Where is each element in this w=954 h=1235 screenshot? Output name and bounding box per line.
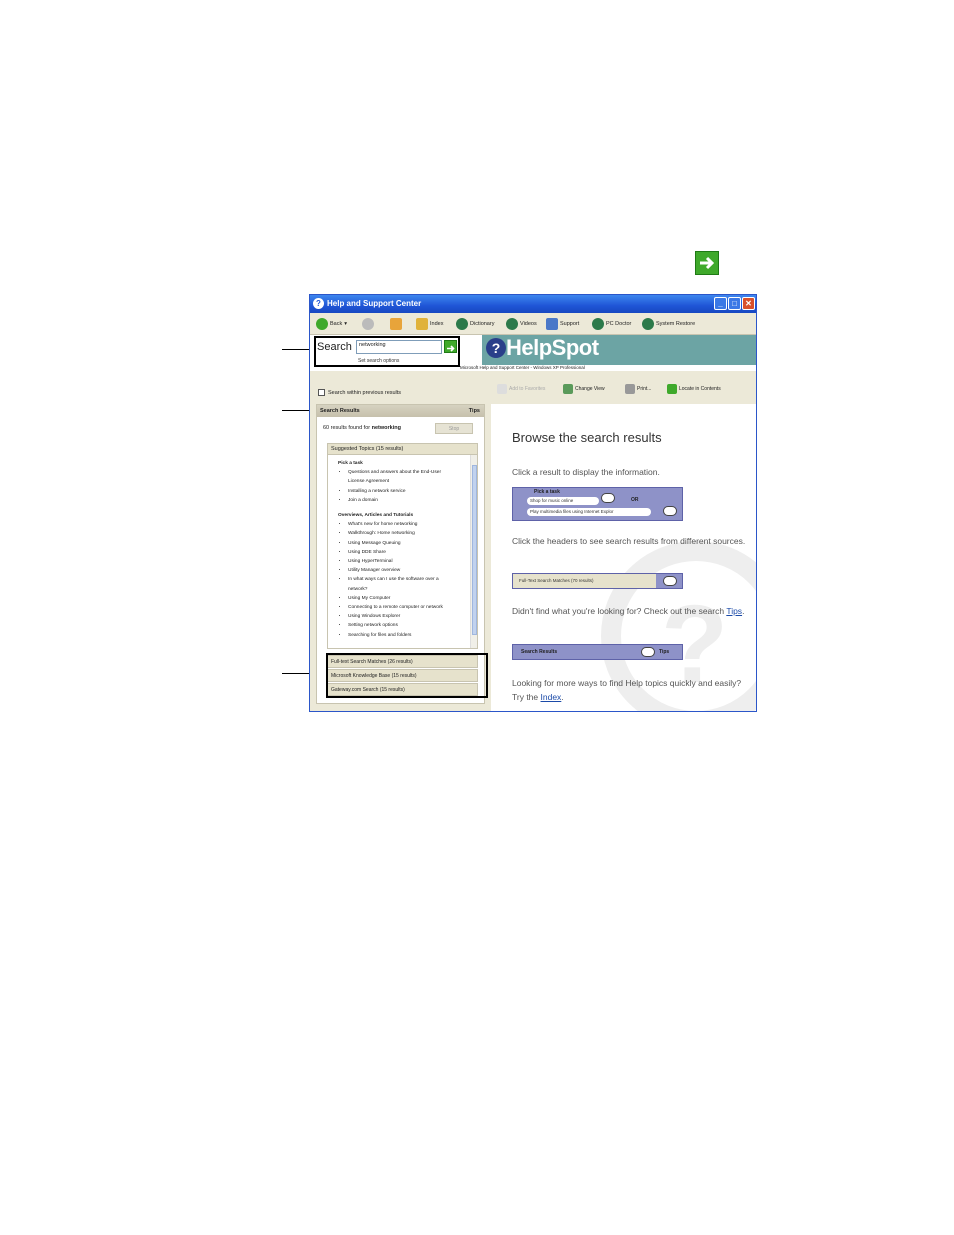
maximize-button[interactable]: □ bbox=[728, 297, 741, 310]
list-item[interactable]: Using My Computer bbox=[348, 594, 467, 603]
locate-contents-button[interactable]: Locate in Contents bbox=[667, 384, 721, 394]
tips-link[interactable]: Tips bbox=[469, 408, 480, 414]
list-item[interactable]: In what ways can I use the software over… bbox=[348, 575, 467, 584]
printer-icon bbox=[625, 384, 635, 394]
content-paragraph: Looking for more ways to find Help topic… bbox=[512, 678, 742, 702]
list-item[interactable]: Using DDE Share bbox=[348, 548, 467, 557]
search-within-checkbox[interactable]: Search within previous results bbox=[318, 389, 401, 396]
group-title: Overviews, Articles and Tutorials bbox=[338, 513, 414, 519]
list-item[interactable]: Questions and answers about the End-User bbox=[348, 468, 467, 477]
support-button[interactable]: Support bbox=[546, 317, 579, 331]
checkbox-icon[interactable] bbox=[318, 389, 325, 396]
search-results-header[interactable]: Search Results Tips bbox=[317, 405, 484, 417]
globe-icon bbox=[592, 318, 604, 330]
demo-item: Play multimedia files using Internet Exp… bbox=[527, 508, 651, 516]
scrollbar-thumb[interactable] bbox=[472, 465, 477, 635]
window-title: Help and Support Center bbox=[327, 299, 422, 308]
chevron-down-icon: ▾ bbox=[344, 321, 347, 327]
suggested-topics-header[interactable]: Suggested Topics (15 results) bbox=[328, 444, 477, 455]
back-button[interactable]: Back ▾ bbox=[316, 317, 347, 331]
list-item[interactable]: Using HyperTerminal bbox=[348, 557, 467, 566]
list-item[interactable]: Setting network options bbox=[348, 621, 467, 630]
back-arrow-icon bbox=[316, 318, 328, 330]
tips-link[interactable]: Tips bbox=[726, 606, 742, 616]
stop-button[interactable]: Stop bbox=[435, 423, 473, 434]
content-paragraph: Click the headers to see search results … bbox=[512, 536, 746, 546]
forward-arrow-icon bbox=[362, 318, 374, 330]
suggested-topics-list: Pick a task Questions and answers about … bbox=[328, 455, 471, 648]
list-item[interactable]: Walkthrough: Home networking bbox=[348, 529, 467, 538]
globe-icon bbox=[642, 318, 654, 330]
change-view-button[interactable]: Change View bbox=[563, 384, 605, 394]
demo-or: OR bbox=[631, 497, 639, 503]
list-item[interactable]: Using Message Queuing bbox=[348, 539, 467, 548]
list-item[interactable]: License Agreement bbox=[348, 477, 467, 486]
help-support-window: ? Help and Support Center _ □ ✕ Back ▾ I… bbox=[309, 294, 757, 712]
demo-pick-task: Pick a task Shop for music online OR Pla… bbox=[512, 487, 683, 521]
close-button[interactable]: ✕ bbox=[742, 297, 755, 310]
search-header: Search networking Set search options ? H… bbox=[310, 335, 756, 371]
list-item[interactable]: What's new for home networking bbox=[348, 520, 467, 529]
globe-icon bbox=[506, 318, 518, 330]
pointing-hand-icon bbox=[601, 493, 615, 503]
minimize-button[interactable]: _ bbox=[714, 297, 727, 310]
demo-source-header: Full-Text Search Matches (70 results) bbox=[512, 573, 683, 589]
results-count: 60 results found for networking bbox=[323, 425, 401, 431]
title-bar[interactable]: ? Help and Support Center _ □ ✕ bbox=[310, 295, 756, 313]
list-item[interactable]: Using Windows Explorer bbox=[348, 612, 467, 621]
content-pane: Add to Favorites Change View Print... Lo… bbox=[491, 371, 756, 711]
content-paragraph: Click a result to display the informatio… bbox=[512, 467, 660, 477]
list-item[interactable]: Installing a network service bbox=[348, 487, 467, 496]
callout-box-search bbox=[314, 336, 460, 367]
list-item[interactable]: Searching for files and folders bbox=[348, 631, 467, 640]
brand-subtitle: Microsoft Help and Support Center - Wind… bbox=[460, 365, 585, 370]
forward-button[interactable] bbox=[362, 317, 374, 331]
list-item[interactable]: network? bbox=[348, 585, 467, 594]
print-button[interactable]: Print... bbox=[625, 384, 651, 394]
add-favorites-button[interactable]: Add to Favorites bbox=[497, 384, 545, 394]
view-icon bbox=[563, 384, 573, 394]
demo-title: Pick a task bbox=[534, 489, 560, 495]
help-icon: ? bbox=[313, 298, 324, 309]
scrollbar[interactable] bbox=[470, 455, 477, 648]
toolbar: Back ▾ Index Dictionary Videos Support P… bbox=[310, 313, 756, 335]
star-icon bbox=[497, 384, 507, 394]
home-button[interactable] bbox=[390, 317, 402, 331]
go-arrow-icon bbox=[695, 251, 719, 275]
content-toolbar: Add to Favorites Change View Print... Lo… bbox=[491, 371, 756, 404]
help-logo-icon: ? bbox=[486, 338, 506, 358]
callout-box-sources bbox=[326, 653, 488, 698]
list-item[interactable]: Join a domain bbox=[348, 496, 467, 505]
content-title: Browse the search results bbox=[512, 430, 662, 445]
pointing-hand-icon bbox=[641, 647, 655, 657]
index-link[interactable]: Index bbox=[541, 692, 562, 702]
group-title: Pick a task bbox=[338, 461, 363, 466]
pc-doctor-button[interactable]: PC Doctor bbox=[592, 317, 631, 331]
list-item[interactable]: Connecting to a remote computer or netwo… bbox=[348, 603, 467, 612]
demo-results-header: Search Results Tips bbox=[512, 644, 683, 660]
system-restore-button[interactable]: System Restore bbox=[642, 317, 695, 331]
dictionary-button[interactable]: Dictionary bbox=[456, 317, 494, 331]
suggested-topics: Suggested Topics (15 results) Pick a tas… bbox=[327, 443, 478, 649]
brand-name: HelpSpot bbox=[506, 335, 599, 360]
demo-item: Shop for music online bbox=[527, 497, 599, 505]
pointing-hand-icon bbox=[663, 506, 677, 516]
book-icon bbox=[416, 318, 428, 330]
locate-icon bbox=[667, 384, 677, 394]
index-button[interactable]: Index bbox=[416, 317, 443, 331]
videos-button[interactable]: Videos bbox=[506, 317, 537, 331]
support-icon bbox=[546, 318, 558, 330]
home-icon bbox=[390, 318, 402, 330]
pointing-hand-icon bbox=[663, 576, 677, 586]
content-paragraph: Didn't find what you're looking for? Che… bbox=[512, 606, 745, 616]
list-item[interactable]: Utility Manager overview bbox=[348, 566, 467, 575]
globe-icon bbox=[456, 318, 468, 330]
